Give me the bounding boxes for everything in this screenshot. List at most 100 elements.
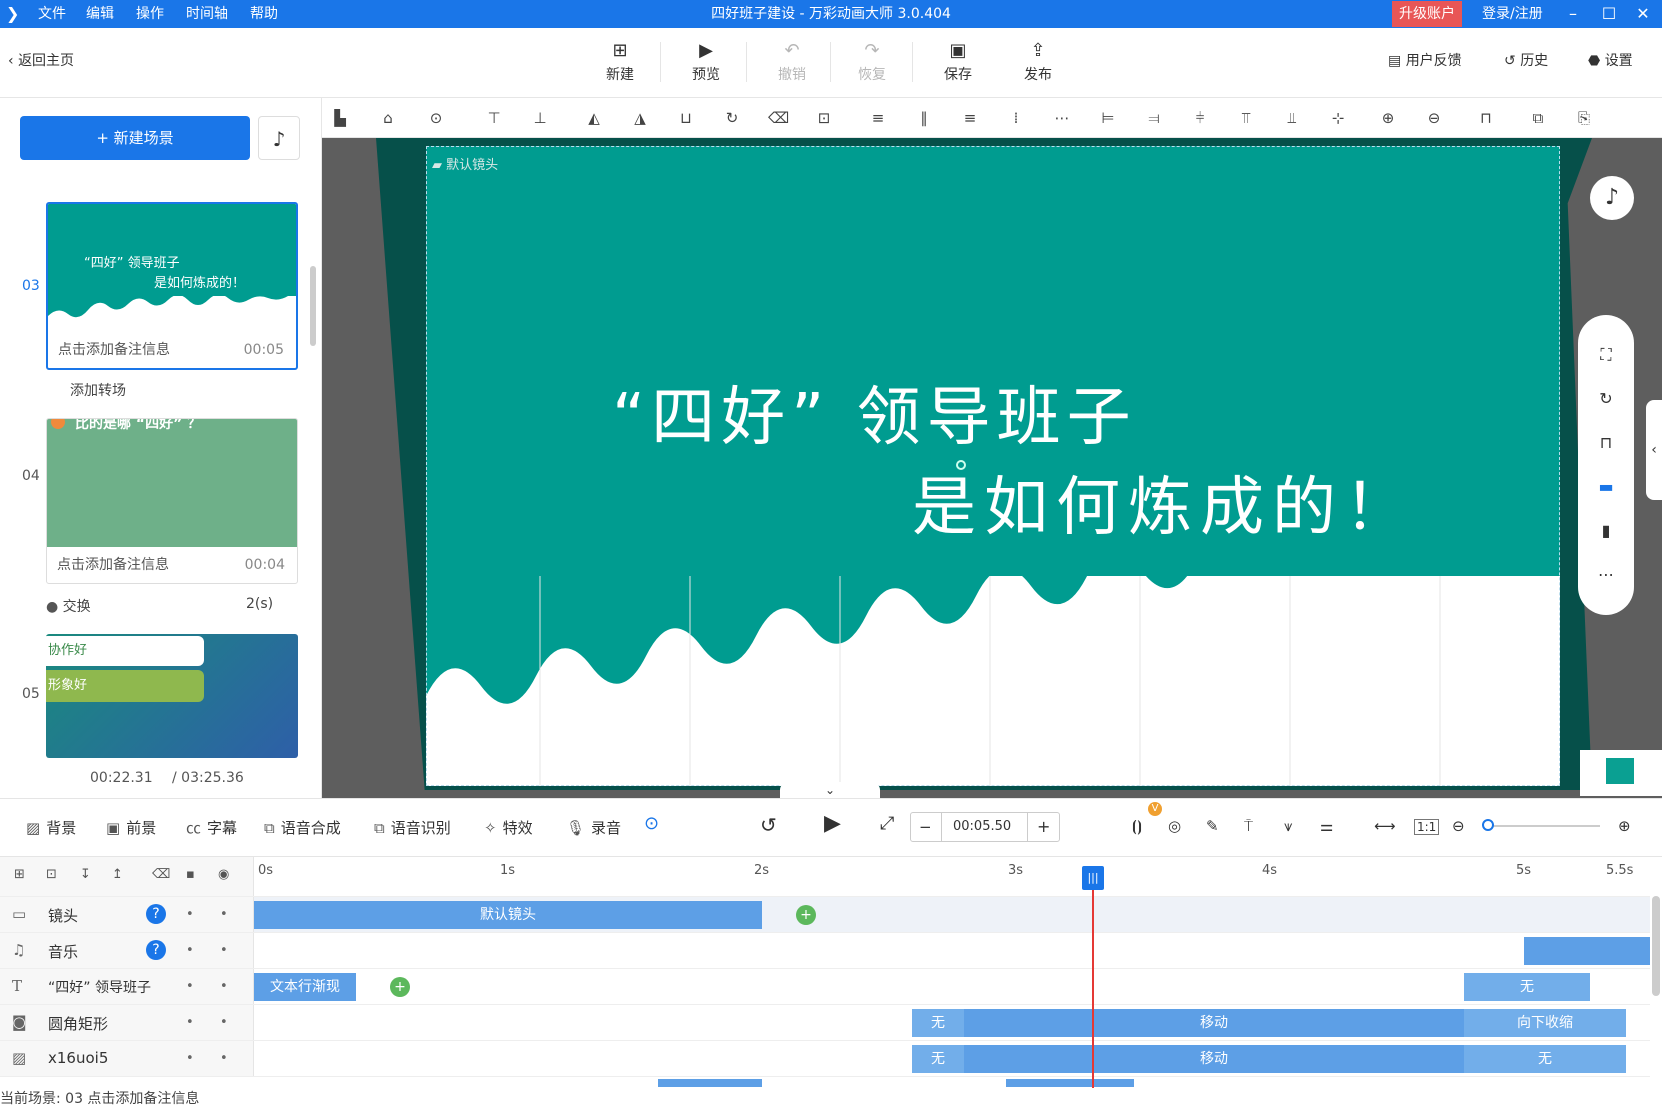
dot-icon[interactable]: • [220, 1015, 228, 1030]
filter-icon[interactable]: ⩛ [1284, 817, 1292, 835]
add-effect-icon[interactable]: + [390, 977, 410, 997]
add-folder-icon[interactable]: ⊞ [14, 867, 25, 882]
add-effect-icon[interactable]: + [796, 905, 816, 925]
align-center-icon[interactable]: ∥ [914, 108, 934, 128]
scene-note[interactable]: 点击添加备注信息 00:05 [48, 332, 296, 368]
upgrade-button[interactable]: 升级账户 [1392, 1, 1462, 27]
timeline-block[interactable]: 无 [912, 1045, 964, 1073]
dot-icon[interactable]: • [220, 979, 228, 994]
lock-icon[interactable]: ⊔ [676, 108, 696, 128]
chevron-down-icon[interactable]: ⌄ [780, 782, 880, 798]
settings-link[interactable]: ⬣ 设置 [1588, 50, 1633, 70]
replay-icon[interactable]: ↺ [760, 813, 777, 837]
zoom-slider-handle[interactable] [1482, 819, 1494, 831]
dot-icon[interactable]: • [220, 943, 228, 958]
track-music[interactable]: ♫ 音乐 ? • • [0, 932, 1650, 969]
minimap[interactable] [1580, 750, 1662, 796]
lock-icon[interactable]: ⊓ [1596, 433, 1616, 453]
music-note-icon[interactable]: ♪ [258, 116, 300, 160]
marker-icon[interactable]: ⍑ [1244, 817, 1253, 835]
feedback-link[interactable]: ▤ 用户反馈 [1388, 50, 1462, 70]
flip-h-icon[interactable]: ◭ [584, 108, 604, 128]
timeline-block[interactable]: 无 [1464, 1045, 1626, 1073]
add-transition-link[interactable]: 添加转场 [70, 380, 126, 400]
move-down-icon[interactable]: ↧ [80, 867, 91, 882]
scene-note[interactable]: 点击添加备注信息 00:04 [47, 547, 297, 583]
tts-button[interactable]: ⧉ 语音合成 [264, 817, 341, 838]
track-camera[interactable]: ▭ 镜头 ? • • 默认镜头 + [0, 896, 1650, 933]
foreground-button[interactable]: ▣ 前景 [106, 817, 156, 838]
home-icon[interactable]: ⌂ [378, 108, 398, 128]
scene-card-05[interactable]: 协作好 形象好 [46, 634, 298, 758]
align-middle-icon[interactable]: ⫩ [1190, 108, 1210, 128]
copy-icon[interactable]: ⧉ [1528, 108, 1548, 128]
track-image[interactable]: ▨ x16uoi5 • • 无 移动 无 [0, 1040, 1650, 1077]
align-bottom-edge-icon[interactable]: ⫫ [1282, 108, 1302, 128]
fullscreen-icon[interactable]: ⤢ [880, 813, 894, 834]
login-link[interactable]: 登录/注册 [1482, 0, 1543, 28]
dot-icon[interactable]: • [186, 1015, 194, 1030]
timeline-scrollbar[interactable] [1652, 896, 1660, 996]
align-right-icon[interactable]: ≡ [960, 108, 980, 128]
add-layer-icon[interactable]: ⊡ [46, 867, 57, 882]
dot-icon[interactable]: • [186, 1051, 194, 1066]
timeline-block[interactable] [1006, 1079, 1134, 1087]
track-rounded-rect[interactable]: ◙ 圆角矩形 • • 无 移动 向下收缩 [0, 1004, 1650, 1041]
paste-icon[interactable]: ⎘ [1574, 108, 1594, 128]
dot-icon[interactable]: • [220, 907, 228, 922]
timeline-block[interactable]: 无 [912, 1009, 964, 1037]
scrollbar[interactable] [310, 266, 316, 346]
transition-item[interactable]: ● 交换 [46, 596, 91, 616]
zoom-in-icon[interactable]: ⊕ [1618, 817, 1631, 835]
rotate-icon[interactable]: ↻ [1596, 389, 1616, 409]
music-note-icon[interactable]: ♪ [1590, 176, 1634, 220]
dot-icon[interactable]: • [186, 943, 194, 958]
align-bottom-icon[interactable]: ⊥ [530, 108, 550, 128]
more-icon[interactable]: ⊙ [644, 813, 659, 834]
zoom-in-icon[interactable]: ⊕ [1378, 108, 1398, 128]
help-icon[interactable]: ? [146, 940, 166, 960]
move-up-icon[interactable]: ↥ [112, 867, 123, 882]
zoom-out-icon[interactable]: ⊖ [1452, 817, 1465, 835]
close-icon[interactable]: ✕ [1628, 0, 1658, 28]
flip-v-icon[interactable]: ◮ [630, 108, 650, 128]
timeline-block[interactable]: 移动 [964, 1009, 1464, 1037]
subtitle-button[interactable]: ㏄字幕 [186, 817, 237, 838]
align-right-edge-icon[interactable]: ⫤ [1144, 108, 1164, 128]
back-home-link[interactable]: ‹ 返回主页 [8, 50, 74, 70]
distribute-v-icon[interactable]: ⋯ [1052, 108, 1072, 128]
history-link[interactable]: ↺ 历史 [1504, 50, 1548, 70]
align-top-edge-icon[interactable]: ⫪ [1236, 108, 1256, 128]
timecode-input[interactable]: 00:05.50 [953, 819, 1011, 834]
dot-icon[interactable]: • [220, 1051, 228, 1066]
background-button[interactable]: ▨ 背景 [26, 817, 76, 838]
new-button[interactable]: ⊞ 新建 [590, 38, 650, 84]
rotate-icon[interactable]: ↻ [722, 108, 742, 128]
align-top-icon[interactable]: ⊤ [484, 108, 504, 128]
fit-screen-icon[interactable]: ⛶ [1596, 345, 1616, 365]
playhead-handle[interactable]: ||| [1082, 866, 1104, 890]
timeline-block[interactable]: 默认镜头 [254, 901, 762, 929]
eye-icon[interactable]: ◉ [218, 867, 229, 882]
distribute-h-icon[interactable]: ⁞ [1006, 108, 1026, 128]
scene-card-03[interactable]: “四好” 领导班子 是如何炼成的！ 点击添加备注信息 00:05 [46, 202, 298, 370]
timeline-block[interactable] [658, 1079, 762, 1087]
align-left-edge-icon[interactable]: ⊨ [1098, 108, 1118, 128]
minus-button[interactable]: − [919, 818, 932, 836]
track-text[interactable]: T “四好” 领导班子 • • 文本行渐现 + 无 [0, 968, 1650, 1005]
plus-button[interactable]: + [1037, 817, 1050, 836]
minimize-icon[interactable]: – [1558, 0, 1588, 28]
timeline-block[interactable]: 向下收缩 [1464, 1009, 1626, 1037]
zoom-out-icon[interactable]: ⊖ [1424, 108, 1444, 128]
portrait-icon[interactable]: ▮ [1596, 521, 1616, 541]
play-icon[interactable]: ▶ [824, 811, 841, 836]
landscape-icon[interactable]: ▬ [1596, 477, 1616, 497]
more-icon[interactable]: ⊙ [426, 108, 446, 128]
fit-width-icon[interactable]: ⟷ [1374, 817, 1396, 835]
asr-button[interactable]: ⧉ 语音识别 [374, 817, 451, 838]
help-icon[interactable]: ? [146, 904, 166, 924]
fit-icon[interactable]: ⦗⦘ [1132, 817, 1142, 835]
preview-button[interactable]: ▶ 预览 [676, 38, 736, 84]
undo-button[interactable]: ↶ 撤销 [762, 38, 822, 84]
align-left-icon[interactable]: ≡ [868, 108, 888, 128]
